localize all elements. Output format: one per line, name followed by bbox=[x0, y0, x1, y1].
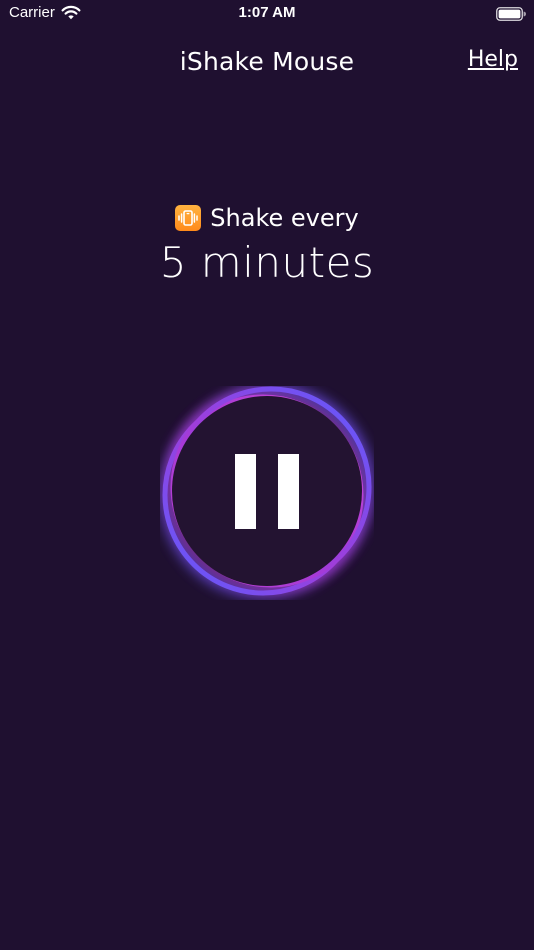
status-time: 1:07 AM bbox=[238, 4, 296, 21]
interval-label: Shake every bbox=[210, 204, 359, 232]
status-bar: Carrier 1:07 AM bbox=[0, 0, 534, 30]
interval-label-row: Shake every bbox=[0, 204, 534, 232]
pause-control-graphic bbox=[160, 386, 374, 598]
battery-full-icon bbox=[496, 7, 526, 21]
help-link[interactable]: Help bbox=[468, 47, 518, 72]
interval-value[interactable]: 5 minutes bbox=[0, 238, 534, 287]
page-title: iShake Mouse bbox=[179, 47, 355, 76]
nav-bar: iShake Mouse Help bbox=[0, 44, 534, 84]
pause-button[interactable] bbox=[160, 386, 374, 600]
vibrate-mode-icon bbox=[175, 205, 202, 231]
